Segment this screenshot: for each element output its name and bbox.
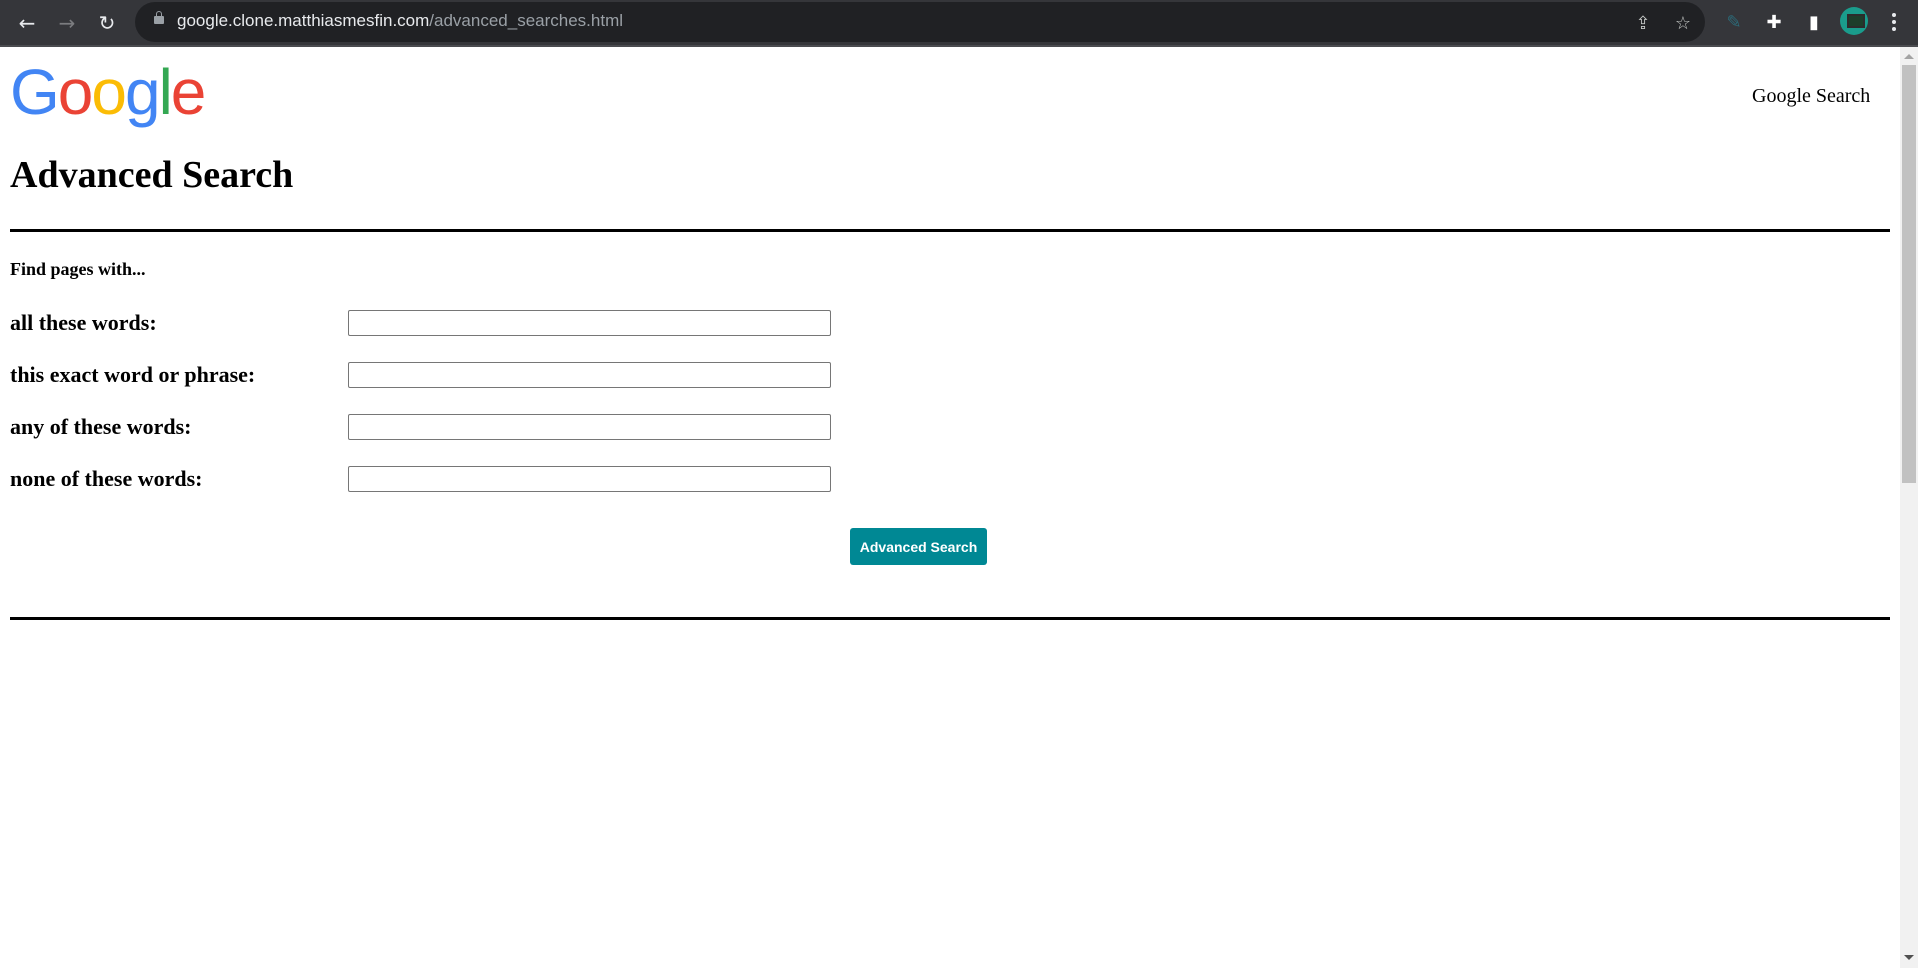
none-words-input[interactable] — [348, 466, 831, 492]
share-icon: ⇪ — [1635, 12, 1651, 34]
scrollbar[interactable] — [1900, 47, 1918, 968]
field-row-exact-phrase: this exact word or phrase: — [10, 362, 840, 388]
extensions-button[interactable]: ✚ — [1760, 8, 1788, 36]
back-button[interactable]: ← — [12, 8, 42, 38]
exact-phrase-label: this exact word or phrase: — [10, 362, 256, 387]
clipboard-icon: ✎ — [1726, 11, 1742, 33]
puzzle-icon: ✚ — [1766, 11, 1782, 33]
reload-button[interactable]: ↻ — [92, 8, 122, 38]
arrow-right-icon: → — [58, 11, 76, 35]
browser-menu-button[interactable] — [1884, 8, 1904, 36]
reload-icon: ↻ — [98, 11, 116, 35]
logo-letter: e — [170, 56, 207, 128]
divider — [10, 229, 1890, 232]
google-logo: Google — [10, 60, 206, 124]
field-row-none-words: none of these words: — [10, 466, 840, 492]
forward-button[interactable]: → — [52, 8, 82, 38]
bookmark-button[interactable]: ☆ — [1670, 10, 1696, 36]
lock-icon — [154, 11, 164, 24]
page-title: Advanced Search — [10, 154, 294, 196]
arrow-left-icon: ← — [18, 11, 36, 35]
advanced-search-button[interactable]: Advanced Search — [850, 528, 987, 565]
browser-toolbar: ← → ↻ google.clone.matthiasmesfin.com/ad… — [0, 0, 1918, 47]
logo-letter: g — [124, 56, 161, 128]
dot-icon — [1892, 27, 1896, 31]
any-words-input[interactable] — [348, 414, 831, 440]
address-bar[interactable]: google.clone.matthiasmesfin.com/advanced… — [135, 2, 1705, 42]
divider — [10, 617, 1890, 620]
url-host: google.clone.matthiasmesfin.com — [177, 11, 430, 30]
google-search-link[interactable]: Google Search — [1752, 85, 1870, 108]
field-row-any-words: any of these words: — [10, 414, 840, 440]
star-icon: ☆ — [1674, 12, 1692, 34]
exact-phrase-input[interactable] — [348, 362, 831, 388]
any-words-label: any of these words: — [10, 414, 192, 439]
profile-avatar[interactable] — [1840, 7, 1868, 35]
all-words-label: all these words: — [10, 310, 157, 335]
logo-letter: l — [158, 56, 173, 128]
dot-icon — [1892, 20, 1896, 24]
section-subtitle: Find pages with... — [10, 259, 146, 279]
url-text[interactable]: google.clone.matthiasmesfin.com/advanced… — [177, 11, 623, 31]
scroll-down-arrow-icon[interactable] — [1904, 955, 1914, 960]
field-row-all-words: all these words: — [10, 310, 840, 336]
side-panel-icon: ▮ — [1809, 11, 1819, 33]
share-button[interactable]: ⇪ — [1630, 10, 1656, 36]
scrollbar-thumb[interactable] — [1902, 65, 1916, 483]
none-words-label: none of these words: — [10, 466, 203, 491]
logo-letter: o — [57, 56, 94, 128]
logo-letter: G — [10, 56, 60, 128]
dot-icon — [1892, 13, 1896, 17]
url-path: /advanced_searches.html — [429, 11, 624, 30]
side-panel-button[interactable]: ▮ — [1800, 8, 1828, 36]
extension-button[interactable]: ✎ — [1720, 8, 1748, 36]
all-words-input[interactable] — [348, 310, 831, 336]
scroll-up-arrow-icon[interactable] — [1904, 54, 1914, 59]
logo-letter: o — [91, 56, 127, 128]
